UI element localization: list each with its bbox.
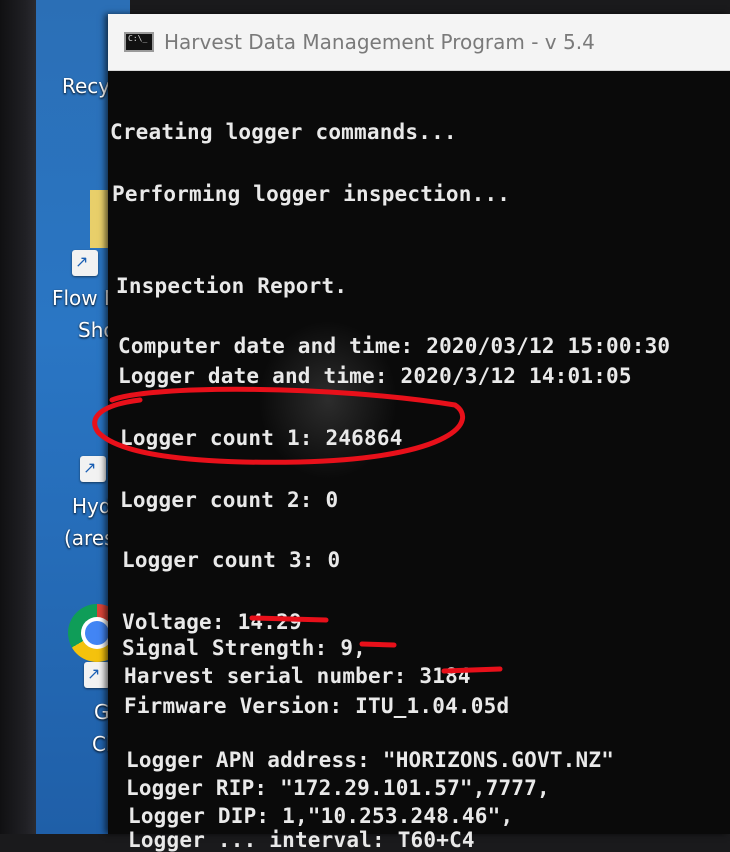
console-line: Logger ... interval: T60+C4 — [128, 828, 475, 852]
console-line: Logger date and time: 2020/3/12 14:01:05 — [118, 364, 632, 388]
window-title: Harvest Data Management Program - v 5.4 — [164, 30, 595, 54]
console-line: Logger count 3: 0 — [122, 548, 341, 572]
console-line-serial: Harvest serial number: 3184 — [124, 664, 471, 688]
console-line-count-1: Logger count 1: 246864 — [120, 426, 403, 450]
console-line: Inspection Report. — [116, 274, 348, 298]
desktop-label-recycle[interactable]: Recy — [62, 74, 110, 98]
console-window-icon[interactable]: C:\_ — [124, 32, 154, 52]
console-line: Firmware Version: ITU_1.04.05d — [124, 694, 510, 718]
console-output[interactable]: Creating logger commands... Performing l… — [108, 70, 730, 852]
console-line: Logger DIP: 1,"10.253.248.46", — [128, 804, 514, 828]
console-line-signal: Signal Strength: 9, — [122, 636, 367, 660]
shortcut-arrow-icon[interactable]: ↗ — [72, 250, 98, 276]
console-window[interactable]: C:\_ Harvest Data Management Program - v… — [108, 14, 730, 852]
shortcut-arrow-icon[interactable]: ↗ — [80, 456, 106, 482]
console-line: Logger count 2: 0 — [120, 488, 339, 512]
console-line: Logger APN address: "HORIZONS.GOVT.NZ" — [126, 748, 615, 772]
monitor-bezel — [0, 0, 36, 834]
console-line: Performing logger inspection... — [112, 182, 511, 206]
desktop-label-ares[interactable]: (ares — [64, 526, 115, 550]
console-line-voltage: Voltage: 14.29 — [122, 610, 302, 634]
console-line: Computer date and time: 2020/03/12 15:00… — [118, 334, 671, 358]
console-line: Logger RIP: "172.29.101.57",7777, — [126, 776, 550, 800]
shortcut-arrow-icon[interactable]: ↗ — [84, 662, 110, 688]
window-titlebar[interactable]: C:\_ Harvest Data Management Program - v… — [108, 14, 730, 71]
console-line: Creating logger commands... — [110, 120, 457, 144]
